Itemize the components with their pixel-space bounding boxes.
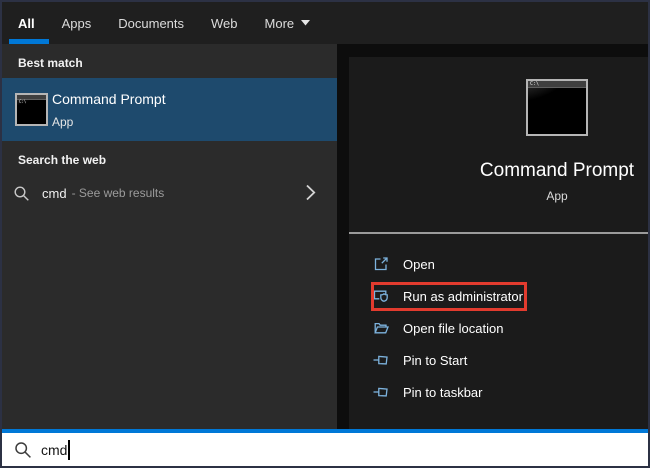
preview-divider xyxy=(349,232,648,234)
command-prompt-icon-large: C:\ xyxy=(526,79,588,136)
action-label: Open file location xyxy=(403,321,503,336)
context-actions-list: Open Run as administrator xyxy=(349,248,648,408)
windows-search-flyout: All Apps Documents Web More Best match C… xyxy=(0,0,650,468)
best-match-header: Best match xyxy=(18,56,83,70)
tab-documents[interactable]: Documents xyxy=(118,16,184,31)
tab-web[interactable]: Web xyxy=(211,16,238,31)
action-label: Run as administrator xyxy=(403,289,523,304)
action-pin-to-start[interactable]: Pin to Start xyxy=(349,344,648,376)
search-icon xyxy=(13,185,30,202)
pin-icon xyxy=(373,384,390,400)
chevron-down-icon xyxy=(301,20,310,26)
action-label: Pin to taskbar xyxy=(403,385,483,400)
preview-app-title: Command Prompt xyxy=(349,160,650,182)
action-open[interactable]: Open xyxy=(349,248,648,280)
text-cursor xyxy=(68,440,70,460)
web-query-text: cmd xyxy=(42,186,67,201)
web-query-suffix: - See web results xyxy=(72,186,165,200)
command-prompt-icon: C:\ xyxy=(15,93,48,126)
action-open-file-location[interactable]: Open file location xyxy=(349,312,648,344)
tab-more[interactable]: More xyxy=(265,16,311,31)
cmd-icon-prompt-text: C:\ xyxy=(19,100,26,104)
preview-panel: C:\ Command Prompt App Open xyxy=(349,57,648,429)
action-label: Open xyxy=(403,257,435,272)
tab-apps[interactable]: Apps xyxy=(62,16,92,31)
search-results-panel: Best match C:\ Command Prompt App Search… xyxy=(2,44,337,429)
tab-all[interactable]: All xyxy=(18,16,35,31)
action-label: Pin to Start xyxy=(403,353,467,368)
tab-more-label: More xyxy=(265,16,295,31)
preview-app-subtitle: App xyxy=(349,189,650,203)
result-subtitle: App xyxy=(52,115,73,129)
search-icon xyxy=(14,441,32,459)
cmd-icon-prompt-text: C:\ xyxy=(530,82,539,87)
action-pin-to-taskbar[interactable]: Pin to taskbar xyxy=(349,376,648,408)
folder-icon xyxy=(373,320,390,336)
pin-icon xyxy=(373,352,390,368)
search-input-value: cmd xyxy=(41,442,67,458)
search-filter-tabs: All Apps Documents Web More xyxy=(2,2,648,44)
web-search-result[interactable]: cmd - See web results xyxy=(2,178,337,208)
run-as-admin-icon xyxy=(373,288,390,304)
taskbar-search-box[interactable]: cmd xyxy=(2,429,648,466)
best-match-result[interactable]: C:\ Command Prompt App xyxy=(2,78,337,141)
search-the-web-header: Search the web xyxy=(18,153,106,167)
open-icon xyxy=(373,256,390,272)
chevron-right-icon[interactable] xyxy=(305,184,316,201)
result-title: Command Prompt xyxy=(52,91,166,107)
action-run-as-administrator[interactable]: Run as administrator xyxy=(349,280,648,312)
